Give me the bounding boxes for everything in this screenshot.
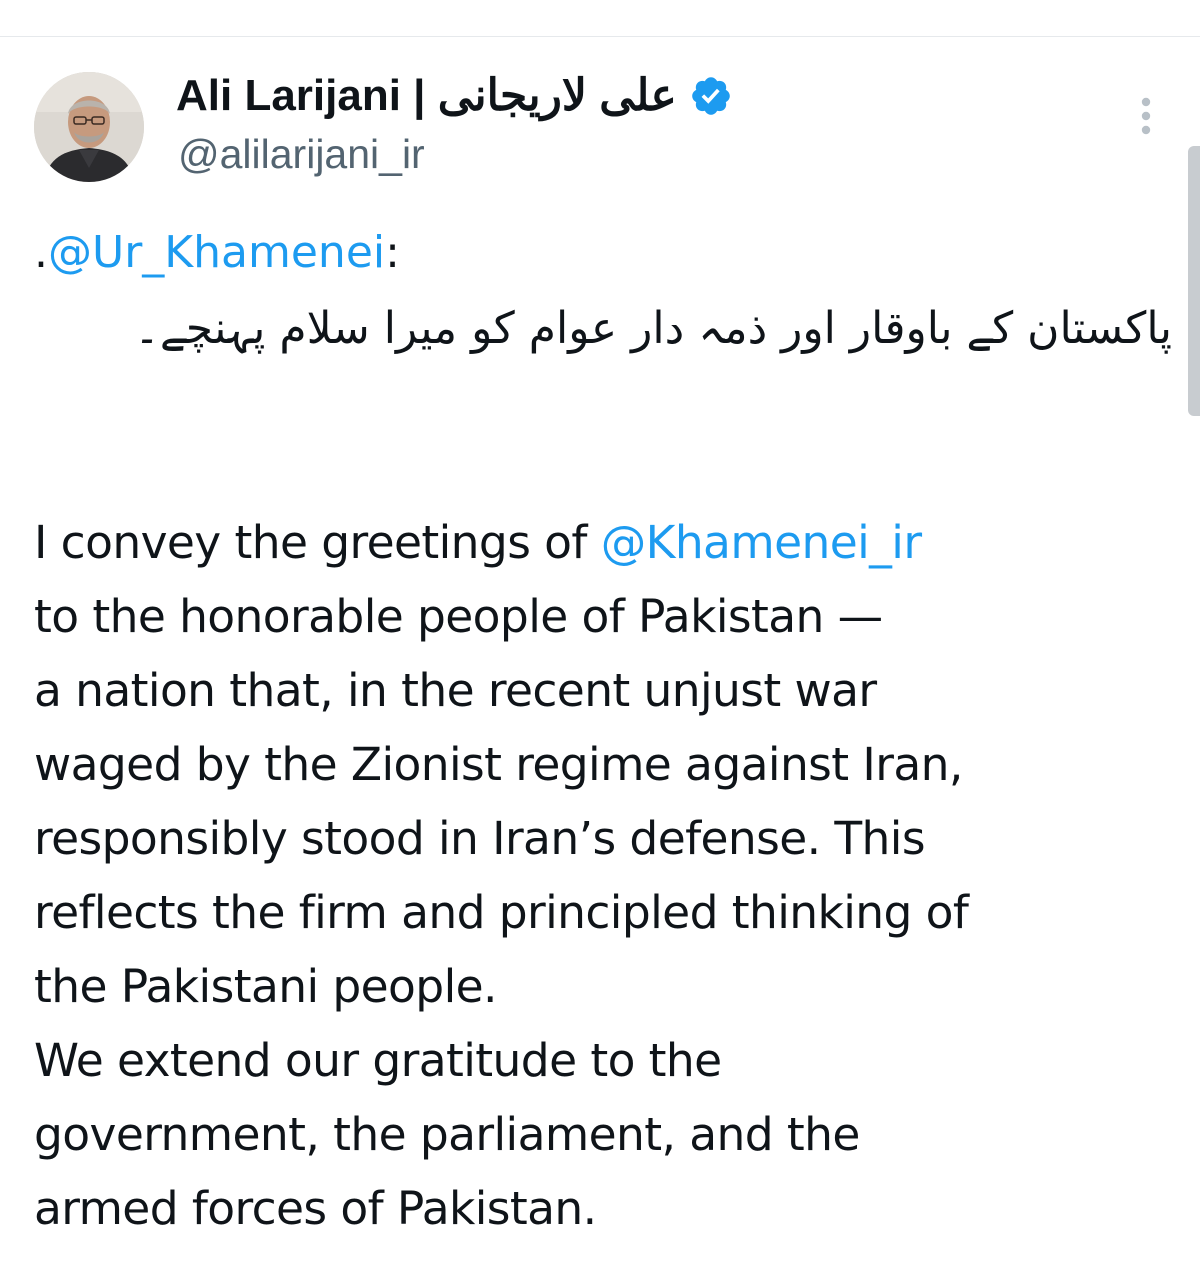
mention-ur-khamenei[interactable]: @Ur_Khamenei	[48, 227, 385, 278]
verified-badge-icon	[691, 77, 730, 115]
avatar[interactable]	[34, 72, 144, 182]
more-options-icon[interactable]	[1128, 96, 1164, 136]
english-line: armed forces of Pakistan.	[34, 1182, 597, 1235]
colon: :	[385, 227, 400, 278]
scrollbar[interactable]	[1188, 146, 1200, 416]
author-name-row[interactable]: Ali Larijani | علی لاریجانی	[176, 68, 733, 124]
handle[interactable]: @alilarijani_ir	[178, 128, 425, 180]
display-name[interactable]: Ali Larijani | علی لاریجانی	[176, 68, 677, 124]
profile-photo	[34, 72, 144, 182]
english-line: responsibly stood in Iran’s defense. Thi…	[34, 812, 926, 865]
top-divider	[0, 36, 1200, 37]
english-line: We extend our gratitude to the	[34, 1034, 722, 1087]
mention-line: .@Ur_Khamenei:	[34, 222, 1174, 284]
prefix-dot: .	[34, 227, 48, 278]
english-line: I convey the greetings of @Khamenei_ir	[34, 506, 1174, 580]
english-line: waged by the Zionist regime against Iran…	[34, 738, 963, 791]
english-line-text: I convey the greetings of	[34, 516, 601, 569]
english-line: to the honorable people of Pakistan —	[34, 590, 883, 643]
urdu-message: پاکستان کے باوقار اور ذمہ دار عوام کو می…	[134, 303, 1172, 354]
english-line: a nation that, in the recent unjust war	[34, 664, 877, 717]
tweet-text: .@Ur_Khamenei: پاکستان کے باوقار اور ذمہ…	[34, 222, 1174, 1246]
english-message: I convey the greetings of @Khamenei_ir t…	[34, 506, 1174, 1246]
mention-khamenei-ir[interactable]: @Khamenei_ir	[601, 516, 922, 569]
tweet-page: Ali Larijani | علی لاریجانی @alilarijani…	[0, 0, 1200, 1278]
english-line: the Pakistani people.	[34, 960, 497, 1013]
english-line: government, the parliament, and the	[34, 1108, 860, 1161]
english-line: reflects the firm and principled thinkin…	[34, 886, 969, 939]
